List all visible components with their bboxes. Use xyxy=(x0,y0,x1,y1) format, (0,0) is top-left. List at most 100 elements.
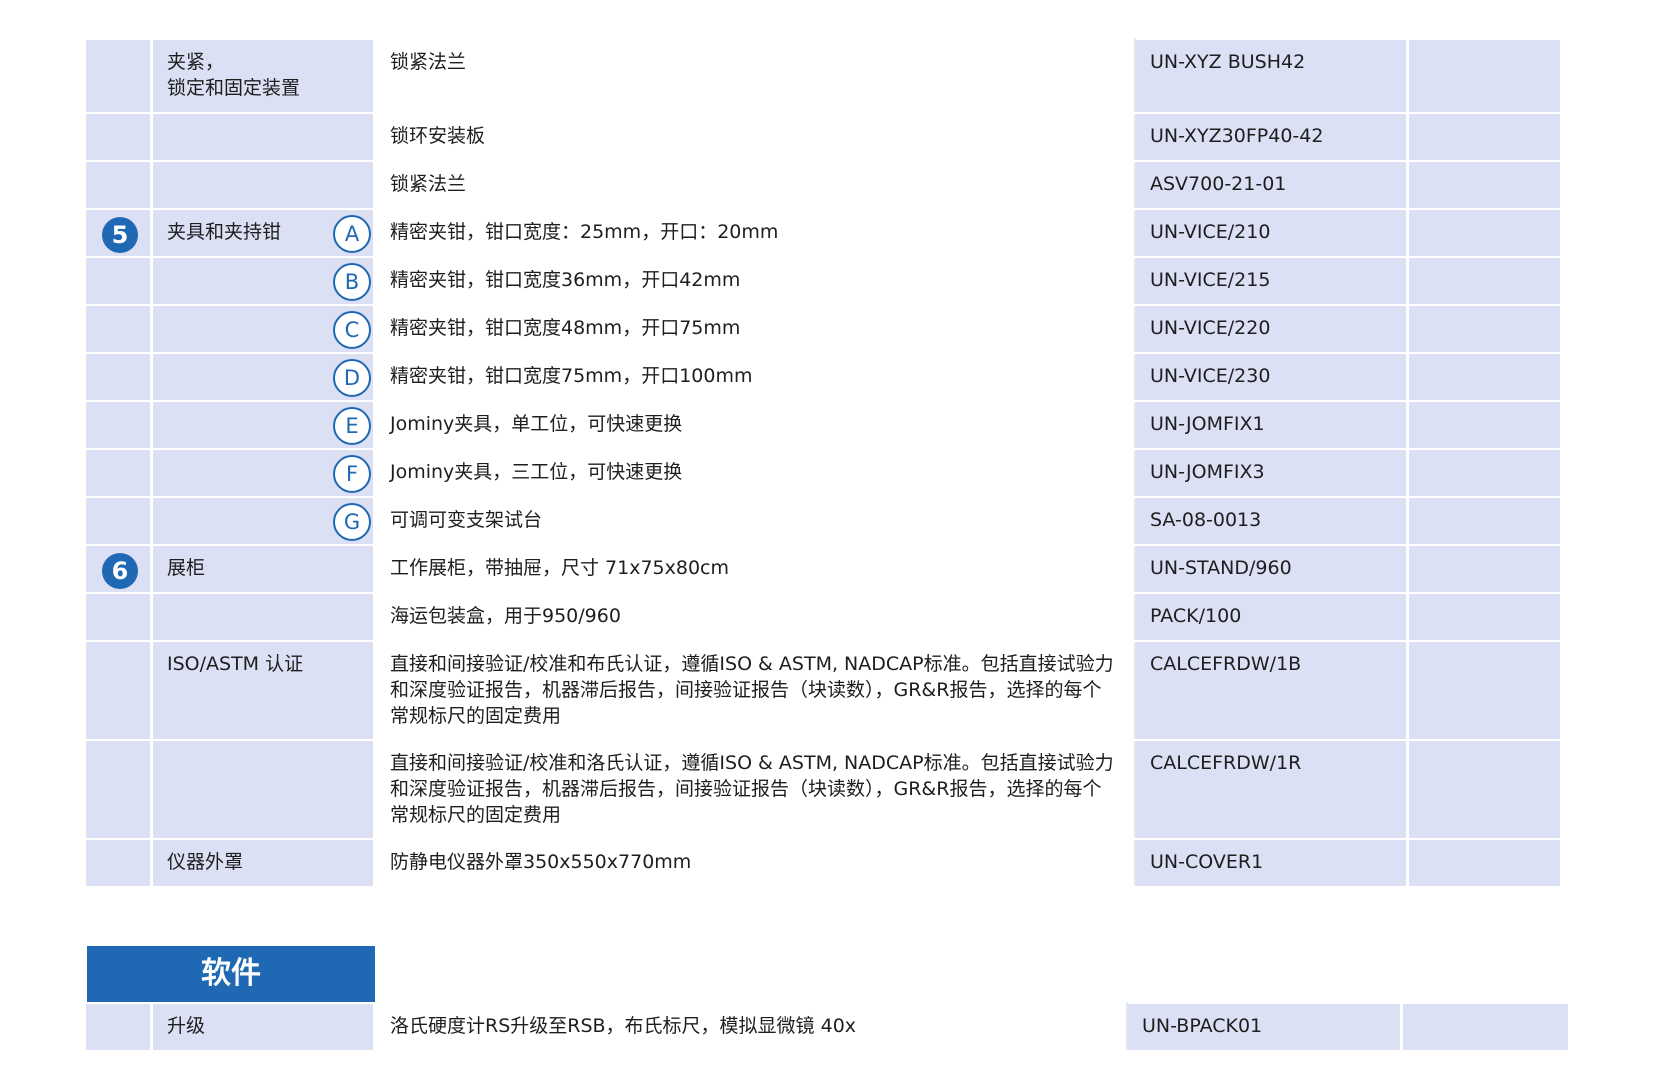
code-cell: UN-COVER1 xyxy=(1135,838,1409,888)
code-cell: UN-XYZ BUSH42 xyxy=(1135,38,1409,114)
row-number-cell xyxy=(86,400,153,450)
category-cell: 展柜 xyxy=(151,544,376,594)
code-cell: PACK/100 xyxy=(1135,592,1409,642)
row-number-cell xyxy=(86,38,153,114)
product-code: UN-VICE/220 xyxy=(1150,317,1271,339)
description-text: 精密夹钳，钳口宽度48mm，开口75mm xyxy=(390,317,741,339)
description-cell: 精密夹钳，钳口宽度：25mm，开口：20mm xyxy=(373,208,1136,258)
item-letter-badge: B xyxy=(333,263,371,301)
software-table: 升级 洛氏硬度计RS升级至RSB，布氏标尺，模拟显微镜 40x UN-BPACK… xyxy=(86,1002,1568,1052)
description-text: 工作展柜，带抽屉，尺寸 71x75x80cm xyxy=(390,557,730,579)
category-cell xyxy=(151,112,376,162)
product-code: UN-XYZ30FP40-42 xyxy=(1150,125,1324,147)
product-code: ASV700-21-01 xyxy=(1150,173,1287,195)
software-section-header: 软件 xyxy=(87,946,375,1002)
row-number-cell xyxy=(86,352,153,402)
product-code: CALCEFRDW/1B xyxy=(1150,653,1302,675)
code-cell: SA-08-0013 xyxy=(1135,496,1409,546)
category-cell: B xyxy=(151,256,376,306)
item-letter-badge: G xyxy=(333,503,371,541)
description-cell: 锁环安装板 xyxy=(373,112,1136,162)
category-label: 升级 xyxy=(167,1015,206,1037)
description-cell: 精密夹钳，钳口宽度75mm，开口100mm xyxy=(373,352,1136,402)
description-text: 精密夹钳，钳口宽度75mm，开口100mm xyxy=(390,365,753,387)
table-row: 升级 洛氏硬度计RS升级至RSB，布氏标尺，模拟显微镜 40x UN-BPACK… xyxy=(86,1002,1568,1052)
product-code: PACK/100 xyxy=(1150,605,1242,627)
category-cell: ISO/ASTM 认证 xyxy=(151,640,376,741)
code-cell: ASV700-21-01 xyxy=(1135,160,1409,210)
extra-cell xyxy=(1407,592,1560,642)
code-cell: UN-JOMFIX3 xyxy=(1135,448,1409,498)
description-cell: 锁紧法兰 xyxy=(373,160,1136,210)
description-text: 海运包装盒，用于950/960 xyxy=(390,605,621,627)
table-row: C 精密夹钳，钳口宽度48mm，开口75mm UN-VICE/220 xyxy=(86,304,1560,354)
table-row: 仪器外罩 防静电仪器外罩350x550x770mm UN-COVER1 xyxy=(86,838,1560,888)
code-cell: UN-VICE/220 xyxy=(1135,304,1409,354)
category-label: 展柜 xyxy=(167,557,206,579)
description-text: 可调可变支架试台 xyxy=(390,509,543,531)
product-code: UN-STAND/960 xyxy=(1150,557,1292,579)
row-number-cell xyxy=(86,160,153,210)
table-row: 5 夹具和夹持钳 A 精密夹钳，钳口宽度：25mm，开口：20mm UN-VICE… xyxy=(86,208,1560,258)
description-cell: 工作展柜，带抽屉，尺寸 71x75x80cm xyxy=(373,544,1136,594)
category-cell: E xyxy=(151,400,376,450)
table-row: 海运包装盒，用于950/960 PACK/100 xyxy=(86,592,1560,642)
extra-cell xyxy=(1407,112,1560,162)
table-row: D 精密夹钳，钳口宽度75mm，开口100mm UN-VICE/230 xyxy=(86,352,1560,402)
table-row: 直接和间接验证/校准和洛氏认证，遵循ISO & ASTM, NADCAP标准。包… xyxy=(86,739,1560,840)
code-cell: UN-JOMFIX1 xyxy=(1135,400,1409,450)
description-cell: 直接和间接验证/校准和洛氏认证，遵循ISO & ASTM, NADCAP标准。包… xyxy=(373,739,1136,840)
item-letter-badge: C xyxy=(333,311,371,349)
section-number-badge: 5 xyxy=(102,217,138,253)
table-row: 6 展柜 工作展柜，带抽屉，尺寸 71x75x80cm UN-STAND/960 xyxy=(86,544,1560,594)
description-cell: 直接和间接验证/校准和布氏认证，遵循ISO & ASTM, NADCAP标准。包… xyxy=(373,640,1136,741)
category-cell: 夹紧， 锁定和固定装置 xyxy=(151,38,376,114)
table-row: 锁紧法兰 ASV700-21-01 xyxy=(86,160,1560,210)
section-number-badge: 6 xyxy=(102,553,138,589)
row-number-cell xyxy=(86,256,153,306)
row-number-cell: 5 xyxy=(86,208,153,258)
description-text: Jominy夹具，单工位，可快速更换 xyxy=(390,413,683,435)
table-row: G 可调可变支架试台 SA-08-0013 xyxy=(86,496,1560,546)
description-cell: Jominy夹具，三工位，可快速更换 xyxy=(373,448,1136,498)
row-number-cell xyxy=(86,112,153,162)
extra-cell xyxy=(1407,352,1560,402)
product-code: UN-VICE/230 xyxy=(1150,365,1271,387)
category-label: ISO/ASTM 认证 xyxy=(167,653,304,675)
row-number-cell xyxy=(86,739,153,840)
description-text: 锁紧法兰 xyxy=(390,51,467,73)
category-cell: F xyxy=(151,448,376,498)
item-letter-badge: D xyxy=(333,359,371,397)
extra-cell xyxy=(1407,160,1560,210)
category-label: 夹紧， 锁定和固定装置 xyxy=(167,51,301,99)
extra-cell xyxy=(1407,496,1560,546)
description-text: 洛氏硬度计RS升级至RSB，布氏标尺，模拟显微镜 40x xyxy=(390,1015,857,1037)
code-cell: UN-VICE/210 xyxy=(1135,208,1409,258)
extra-cell xyxy=(1407,304,1560,354)
code-cell: UN-XYZ30FP40-42 xyxy=(1135,112,1409,162)
product-code: UN-VICE/210 xyxy=(1150,221,1271,243)
table-row: E Jominy夹具，单工位，可快速更换 UN-JOMFIX1 xyxy=(86,400,1560,450)
row-number-cell xyxy=(86,1002,153,1052)
category-label: 仪器外罩 xyxy=(167,851,244,873)
code-cell: UN-STAND/960 xyxy=(1135,544,1409,594)
product-code: SA-08-0013 xyxy=(1150,509,1262,531)
extra-cell xyxy=(1401,1002,1568,1052)
row-number-cell xyxy=(86,838,153,888)
category-cell: 夹具和夹持钳 A xyxy=(151,208,376,258)
description-text: 精密夹钳，钳口宽度：25mm，开口：20mm xyxy=(390,221,779,243)
description-cell: 精密夹钳，钳口宽度48mm，开口75mm xyxy=(373,304,1136,354)
description-cell: 可调可变支架试台 xyxy=(373,496,1136,546)
category-cell: D xyxy=(151,352,376,402)
description-cell: 锁紧法兰 xyxy=(373,38,1136,114)
category-cell xyxy=(151,160,376,210)
description-cell: 海运包装盒，用于950/960 xyxy=(373,592,1136,642)
row-number-cell xyxy=(86,640,153,741)
category-cell: C xyxy=(151,304,376,354)
row-number-cell: 6 xyxy=(86,544,153,594)
extra-cell xyxy=(1407,256,1560,306)
extra-cell xyxy=(1407,38,1560,114)
item-letter-badge: F xyxy=(333,455,371,493)
category-cell xyxy=(151,739,376,840)
item-letter-badge: A xyxy=(333,215,371,253)
